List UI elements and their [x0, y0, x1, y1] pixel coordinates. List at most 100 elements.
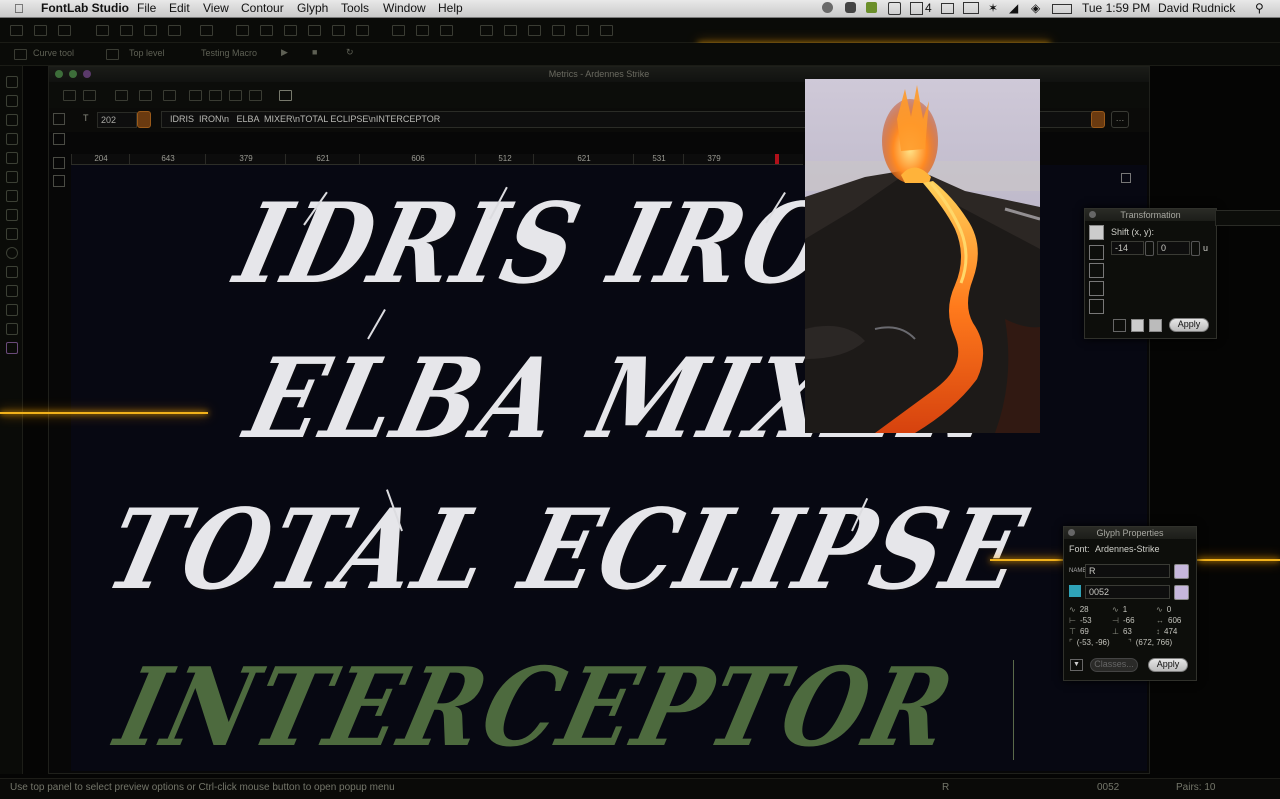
metrics-print-icon[interactable] — [229, 90, 242, 101]
kerning-window-icon[interactable] — [260, 25, 273, 36]
paste-icon[interactable] — [144, 25, 157, 36]
wifi-icon[interactable]: ◈ — [1031, 1, 1040, 15]
clock[interactable]: Tue 1:59 PM — [1082, 1, 1150, 15]
transform-preset-icon[interactable] — [1149, 319, 1162, 332]
new-file-icon[interactable] — [10, 25, 23, 36]
menu-help[interactable]: Help — [438, 1, 463, 15]
metrics-apply-icon[interactable] — [163, 90, 176, 101]
menu-glyph[interactable]: Glyph — [297, 1, 328, 15]
transform-options-icon[interactable] — [1113, 319, 1126, 332]
font-size-stepper[interactable] — [137, 111, 151, 128]
open-file-icon[interactable] — [34, 25, 47, 36]
ellipse-tool-icon[interactable] — [6, 247, 18, 259]
unicode-field[interactable]: 0052 — [1085, 585, 1170, 599]
font-size-field[interactable]: 202 — [97, 112, 137, 128]
panel-menu-icon[interactable]: ▼ — [1070, 659, 1083, 671]
color-tool-icon[interactable] — [6, 342, 18, 354]
text-line-3[interactable]: TOTAL ECLIPSE — [95, 485, 1040, 615]
bluetooth-icon[interactable]: ✶ — [988, 1, 998, 15]
metrics-open-icon[interactable] — [63, 90, 76, 101]
glyph-window-icon[interactable] — [308, 25, 321, 36]
zoom-icon[interactable] — [200, 25, 213, 36]
zoom-window-icon[interactable] — [83, 70, 91, 78]
shift-x-stepper[interactable] — [1145, 241, 1154, 256]
width-cell[interactable]: 643 — [129, 154, 206, 164]
shift-y-field[interactable]: 0 — [1157, 241, 1190, 255]
menu-contour[interactable]: Contour — [241, 1, 284, 15]
classes-icon[interactable] — [356, 25, 369, 36]
glyph-properties-apply-button[interactable]: Apply — [1148, 658, 1188, 672]
width-cell[interactable]: 621 — [285, 154, 360, 164]
preview-icon[interactable] — [332, 25, 345, 36]
curve-tool-label[interactable]: Curve tool — [33, 48, 74, 58]
apple-menu-icon[interactable]:  — [14, 1, 24, 16]
target-icon[interactable] — [600, 25, 613, 36]
slant-tool-icon[interactable] — [6, 304, 18, 316]
width-cell[interactable]: 531 — [633, 154, 684, 164]
pen-tool-icon[interactable] — [6, 114, 18, 126]
save-icon[interactable] — [58, 25, 71, 36]
leaf-icon[interactable] — [866, 2, 877, 13]
scale-mode-icon[interactable] — [1089, 263, 1104, 278]
minimize-window-icon[interactable] — [69, 70, 77, 78]
width-cell[interactable]: 621 — [533, 154, 634, 164]
hand-icon[interactable] — [53, 133, 65, 145]
font-window-icon[interactable] — [284, 25, 297, 36]
metrics-m-icon[interactable] — [53, 157, 65, 169]
text-line-4-ghost[interactable]: INTERCEPTOR — [105, 645, 966, 771]
panel-close-icon[interactable] — [1068, 529, 1075, 536]
panel-close-icon[interactable] — [1089, 211, 1096, 218]
menu-view[interactable]: View — [203, 1, 229, 15]
stop-macro-icon[interactable]: ■ — [312, 47, 317, 57]
volume-icon[interactable]: ◢ — [1009, 1, 1018, 15]
flip-mode-icon[interactable] — [1089, 299, 1104, 314]
width-cell[interactable]: 606 — [359, 154, 476, 164]
hand-tool-icon[interactable] — [6, 171, 18, 183]
text-history-stepper[interactable] — [1091, 111, 1105, 128]
shift-x-field[interactable]: -14 — [1111, 241, 1144, 255]
menu-file[interactable]: File — [137, 1, 156, 15]
menu-window[interactable]: Window — [383, 1, 426, 15]
user-menu[interactable]: David Rudnick — [1158, 1, 1235, 15]
rectangle-tool-icon[interactable] — [6, 228, 18, 240]
transform-pin-icon[interactable] — [1131, 319, 1144, 332]
hint-icon[interactable] — [392, 25, 405, 36]
distribute-icon[interactable] — [552, 25, 565, 36]
pointer-tool-icon[interactable] — [6, 76, 18, 88]
align-right-icon[interactable] — [528, 25, 541, 36]
add-point-tool-icon[interactable] — [6, 190, 18, 202]
canvas-corner-icon[interactable] — [1121, 173, 1131, 183]
metrics-table-icon[interactable] — [189, 90, 202, 101]
time-machine-icon[interactable] — [941, 3, 954, 14]
copy-icon[interactable] — [120, 25, 133, 36]
cut-icon[interactable] — [96, 25, 109, 36]
guides-icon[interactable] — [440, 25, 453, 36]
text-options-button[interactable]: … — [1111, 111, 1129, 128]
width-cell[interactable]: 379 — [683, 154, 744, 164]
shift-y-stepper[interactable] — [1191, 241, 1200, 256]
close-window-icon[interactable] — [55, 70, 63, 78]
metrics-link-icon[interactable] — [209, 90, 222, 101]
slant-mode-icon[interactable] — [1089, 281, 1104, 296]
kerning-av-icon[interactable] — [53, 175, 65, 187]
glyph-name-action-icon[interactable] — [1174, 564, 1189, 579]
undo-icon[interactable] — [168, 25, 181, 36]
keyboard-icon[interactable] — [910, 2, 923, 15]
curve-tool-icon[interactable] — [14, 49, 27, 60]
metrics-window-icon[interactable] — [236, 25, 249, 36]
monitor-icon[interactable] — [888, 2, 901, 15]
classes-button[interactable]: Classes... — [1090, 658, 1138, 672]
menu-tools[interactable]: Tools — [341, 1, 369, 15]
metrics-options-icon[interactable] — [279, 90, 292, 101]
kerning-mode-icon[interactable] — [139, 90, 152, 101]
grid-icon[interactable] — [416, 25, 429, 36]
metrics-preview-icon[interactable] — [249, 90, 262, 101]
level-icon[interactable] — [106, 49, 119, 60]
contour-tool-icon[interactable] — [6, 95, 18, 107]
app-menu[interactable]: FontLab Studio — [41, 1, 129, 15]
transformation-apply-button[interactable]: Apply — [1169, 318, 1209, 332]
rotate-mode-icon[interactable] — [1089, 245, 1104, 260]
metrics-save-icon[interactable] — [83, 90, 96, 101]
crosshair-icon[interactable] — [576, 25, 589, 36]
width-cell[interactable]: 512 — [475, 154, 534, 164]
